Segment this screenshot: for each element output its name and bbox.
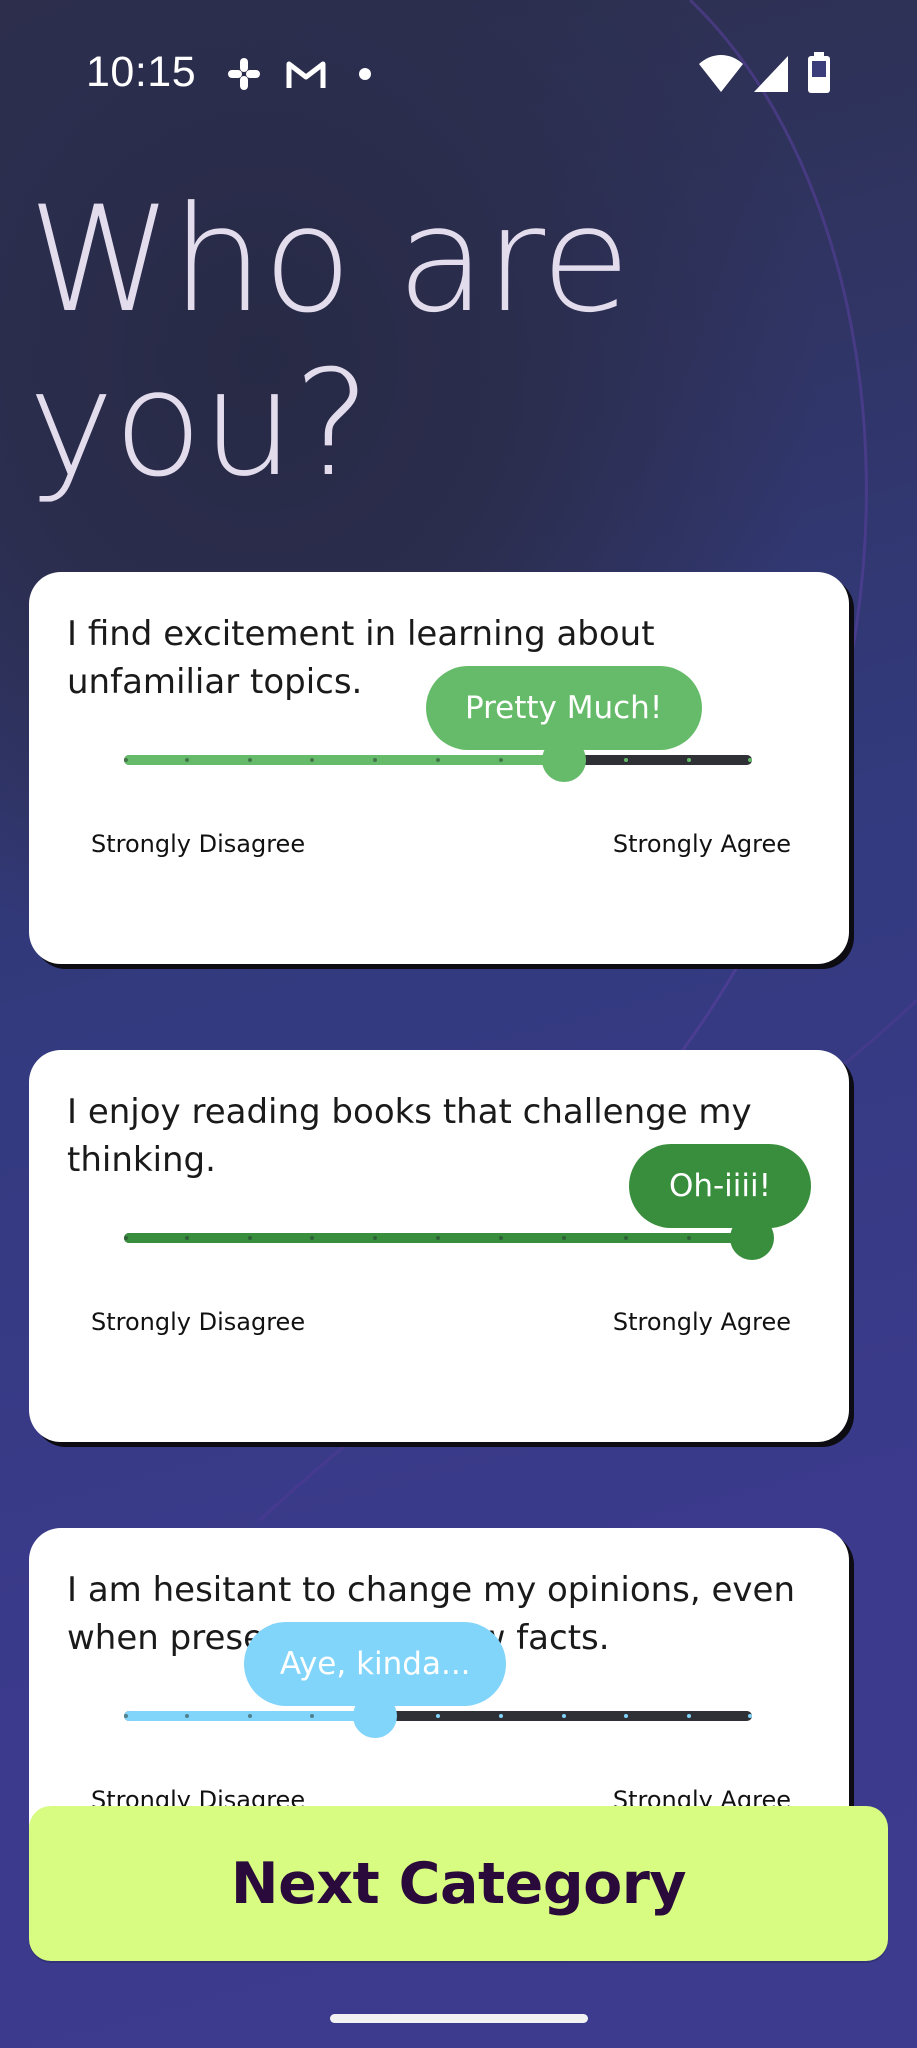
slider-max-label: Strongly Agree xyxy=(612,830,791,858)
battery-icon xyxy=(808,52,830,93)
slider-fill xyxy=(124,755,564,765)
agreement-slider-track[interactable] xyxy=(124,1711,752,1721)
home-indicator[interactable] xyxy=(330,2014,588,2023)
slider-tick xyxy=(624,758,629,762)
slider-tick xyxy=(436,1714,440,1718)
slider-tick xyxy=(124,1714,128,1718)
slider-tick xyxy=(436,758,440,762)
slider-tick xyxy=(247,1714,252,1718)
slider-tick xyxy=(247,1236,252,1240)
slider-thumb[interactable] xyxy=(353,1694,398,1738)
slider-value-bubble: Oh-iiii! xyxy=(629,1144,811,1228)
agreement-slider-track[interactable] xyxy=(124,1233,752,1243)
slider-tick xyxy=(748,1714,752,1718)
slider-tick xyxy=(687,758,692,762)
slider-thumb[interactable] xyxy=(541,738,586,782)
next-category-button[interactable]: Next Category xyxy=(29,1806,888,1961)
slider-tick xyxy=(748,758,752,762)
status-time: 10:15 xyxy=(86,48,197,96)
slider-tick xyxy=(436,1236,440,1240)
slider-tick xyxy=(124,758,128,762)
slack-icon xyxy=(228,58,260,90)
slider-tick xyxy=(561,1714,566,1718)
slider-tick xyxy=(247,758,252,762)
notification-dot-icon xyxy=(359,68,371,80)
slider-tick xyxy=(498,758,503,762)
question-card: I enjoy reading books that challenge my … xyxy=(29,1050,849,1442)
slider-tick xyxy=(184,1714,189,1718)
slider-tick xyxy=(184,1236,189,1240)
slider-tick xyxy=(184,758,189,762)
wifi-icon xyxy=(699,55,743,92)
slider-tick xyxy=(561,1236,566,1240)
cellular-signal-icon xyxy=(754,56,788,92)
status-bar: 10:15 xyxy=(0,0,917,150)
slider-tick xyxy=(624,1714,629,1718)
agreement-slider-track[interactable] xyxy=(124,755,752,765)
slider-tick xyxy=(687,1714,692,1718)
slider-tick xyxy=(498,1714,503,1718)
slider-min-label: Strongly Disagree xyxy=(91,1308,306,1336)
slider-tick xyxy=(124,1236,128,1240)
question-card: I find excitement in learning about unfa… xyxy=(29,572,849,964)
gmail-icon xyxy=(286,61,326,88)
slider-tick xyxy=(498,1236,503,1240)
slider-min-label: Strongly Disagree xyxy=(91,830,306,858)
slider-max-label: Strongly Agree xyxy=(612,1308,791,1336)
slider-thumb[interactable] xyxy=(730,1216,774,1260)
page-title: Who are you? xyxy=(28,175,631,509)
